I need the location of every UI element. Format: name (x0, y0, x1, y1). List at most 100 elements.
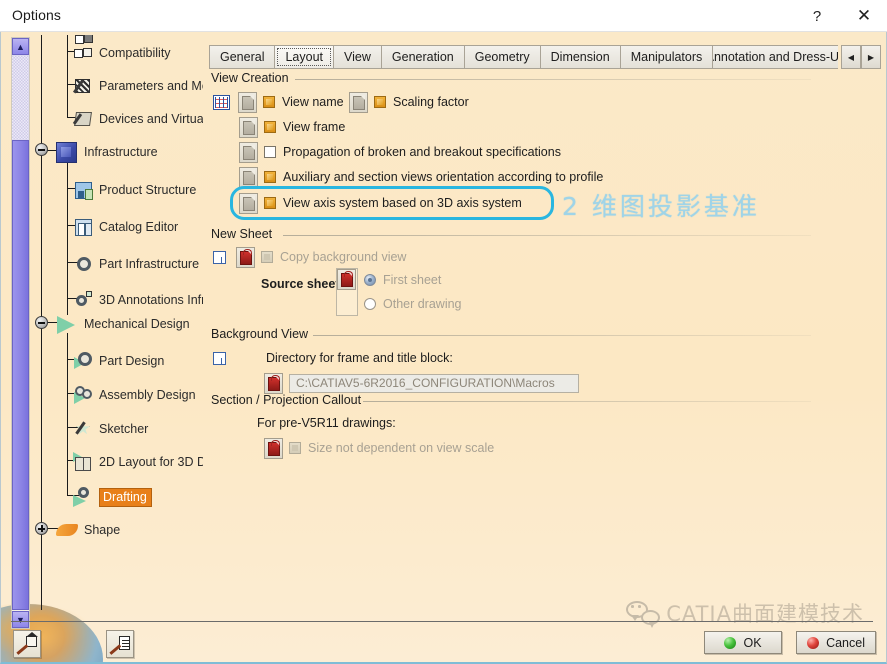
tab-layout[interactable]: Layout (274, 45, 334, 69)
option-auxiliary-section-row[interactable]: Auxiliary and section views orientation … (239, 166, 603, 188)
scrollbar-thumb[interactable] (12, 140, 29, 610)
close-icon[interactable]: ✕ (841, 0, 887, 32)
tab-view[interactable]: View (333, 45, 381, 69)
group-divider (313, 335, 811, 336)
radio-first-sheet-row[interactable]: First sheet (364, 269, 441, 291)
tab-generation[interactable]: Generation (380, 45, 464, 69)
sidebar-item-3d-annotations-infrastructure[interactable]: 3D Annotations Infra (73, 287, 203, 313)
sidebar-item-assembly-design[interactable]: Assembly Design (73, 382, 196, 408)
tab-label: Dimension (550, 50, 610, 64)
lock-button-locked[interactable] (264, 372, 283, 394)
reset-to-default-button[interactable] (13, 630, 41, 658)
option-view-name-row[interactable]: View name (213, 91, 344, 113)
sidebar-item-label: Compatibility (99, 46, 171, 60)
radio-other-drawing-row[interactable]: Other drawing (364, 293, 462, 315)
lock-button-locked[interactable] (264, 437, 283, 459)
tab-dimension[interactable]: Dimension (539, 45, 620, 69)
sidebar-item-mechanical-design[interactable]: Mechanical Design (55, 311, 190, 337)
scroll-up-icon[interactable]: ▲ (12, 38, 29, 55)
tab-general[interactable]: General (209, 45, 275, 69)
tree-expander-shape[interactable] (35, 522, 48, 535)
tab-label: General (220, 50, 265, 64)
lock-button[interactable] (239, 116, 258, 138)
directory-input-row[interactable]: C:\CATIAV5-6R2016_CONFIGURATION\Macros (264, 372, 579, 394)
radio-other-drawing[interactable] (364, 298, 376, 310)
sidebar-item-label: Sketcher (99, 422, 149, 436)
checkbox-background-view-scope[interactable] (213, 351, 226, 365)
tab-label: Geometry (474, 50, 530, 64)
tree-expander-infrastructure[interactable] (35, 143, 48, 156)
sidebar-item-part-design[interactable]: Part Design (73, 348, 164, 374)
tab-geometry[interactable]: Geometry (463, 45, 540, 69)
sidebar-item-product-structure[interactable]: Product Structure (73, 177, 196, 203)
checkbox-new-sheet-scope[interactable] (213, 250, 226, 264)
option-propagation-row[interactable]: Propagation of broken and breakout speci… (239, 141, 561, 163)
option-label: View axis system based on 3D axis system (283, 196, 522, 210)
group-title: New Sheet (211, 227, 273, 241)
tab-scroll-left-icon[interactable]: ◀ (841, 45, 861, 69)
sidebar-item-infrastructure[interactable]: Infrastructure (55, 139, 158, 165)
group-title: Section / Projection Callout (211, 393, 362, 407)
source-sheet-label-row: Source sheet: (261, 273, 344, 295)
sidebar-item-part-infrastructure[interactable]: Part Infrastructure (73, 251, 199, 277)
sidebar-item-compatibility[interactable]: Compatibility (73, 40, 171, 66)
option-view-frame-row[interactable]: View frame (239, 116, 345, 138)
checkbox-view-axis-system-based-on-3d-axis-system[interactable] (264, 197, 276, 209)
lock-button[interactable] (239, 192, 258, 214)
source-sheet-label: Source sheet: (261, 277, 344, 291)
sidebar-item-drafting[interactable]: Drafting (73, 484, 152, 510)
parameters-measure-icon (72, 76, 94, 97)
checkbox-view-name[interactable] (263, 96, 275, 108)
lock-button[interactable] (239, 166, 258, 188)
cancel-button[interactable]: Cancel (796, 631, 876, 654)
option-view-axis-system-row[interactable]: View axis system based on 3D axis system (239, 192, 522, 214)
sidebar-item-sketcher[interactable]: Sketcher (73, 416, 148, 442)
checkbox-view-frame[interactable] (264, 121, 276, 133)
radio-first-sheet[interactable] (364, 274, 376, 286)
option-copy-background-view-row[interactable]: Copy background view (213, 246, 406, 268)
sidebar-item-label: Part Design (99, 354, 165, 368)
sketcher-icon (73, 419, 94, 440)
tree-scrollbar[interactable]: ▲ ▼ (11, 37, 30, 629)
option-size-not-dependent-row[interactable]: Size not dependent on view scale (264, 437, 494, 459)
lock-button-locked[interactable] (236, 246, 255, 268)
help-button[interactable]: ? (794, 0, 840, 32)
tab-scroll-right-icon[interactable]: ▶ (861, 45, 881, 69)
tree-expander-mechanical[interactable] (35, 316, 48, 329)
options-tree[interactable]: Compatibility Parameters and Measu Devic… (33, 35, 203, 615)
option-label: Other drawing (383, 297, 462, 311)
tab-manipulators[interactable]: Manipulators (619, 45, 713, 69)
drafting-icon (73, 486, 94, 508)
options-report-button[interactable] (106, 630, 134, 658)
option-label: First sheet (383, 273, 442, 287)
checkbox-scaling-factor[interactable] (374, 96, 386, 108)
directory-label-row: Directory for frame and title block: (213, 347, 453, 369)
sidebar-item-2d-layout-for-3d-design[interactable]: 2D Layout for 3D Des (73, 449, 203, 475)
option-label: Size not dependent on view scale (308, 441, 495, 455)
checkbox-copy-background-view (261, 251, 273, 263)
directory-input[interactable]: C:\CATIAV5-6R2016_CONFIGURATION\Macros (289, 373, 579, 393)
tab-scroll-buttons[interactable]: ◀ ▶ (841, 45, 881, 69)
sidebar-item-label: Product Structure (99, 183, 197, 197)
sidebar-item-catalog-editor[interactable]: Catalog Editor (73, 214, 178, 240)
lock-button[interactable] (349, 91, 368, 113)
tab-bar[interactable]: General Layout View Generation Geometry … (209, 45, 877, 69)
2d-layout-icon (73, 451, 94, 473)
shape-icon (55, 520, 79, 541)
lock-button-locked[interactable] (337, 269, 356, 290)
scroll-down-icon[interactable]: ▼ (12, 611, 29, 628)
pre-v5r11-label-row: For pre-V5R11 drawings: (257, 412, 396, 434)
sidebar-item-shape[interactable]: Shape (55, 517, 120, 543)
lock-button[interactable] (239, 141, 258, 163)
checkbox-auxiliary-and-section-views[interactable] (264, 171, 276, 183)
sidebar-item-devices-and-virtual-reality[interactable]: Devices and Virtual Re (72, 106, 203, 132)
footer-divider (11, 621, 873, 622)
window-title: Options (12, 7, 61, 23)
scrollbar-track[interactable] (12, 55, 29, 140)
ok-button[interactable]: OK (704, 631, 782, 654)
option-scaling-factor-row[interactable]: Scaling factor (349, 91, 469, 113)
checkbox-propagation-of-broken-and-breakout[interactable] (264, 146, 276, 158)
sidebar-item-parameters-and-measure[interactable]: Parameters and Measu (72, 73, 203, 99)
lock-button[interactable] (238, 91, 257, 113)
tab-annotation-and-dress-up[interactable]: Annotation and Dress-Up (712, 45, 839, 69)
